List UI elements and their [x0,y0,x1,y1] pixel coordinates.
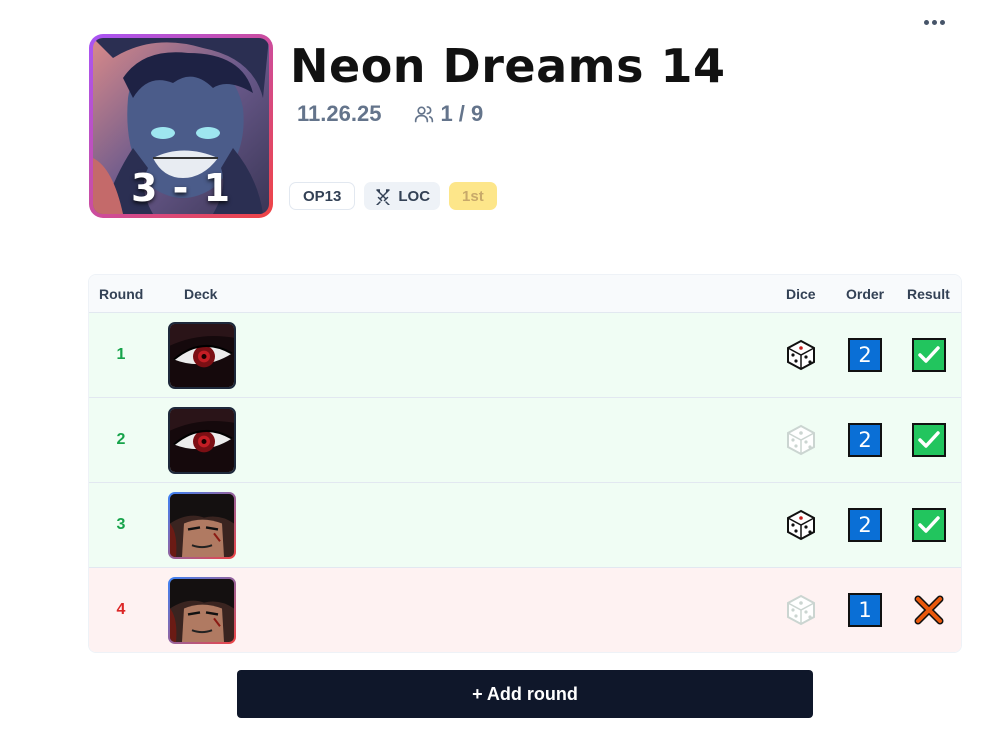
table-row[interactable]: 1 2 [89,312,961,397]
event-date: 11.26.25 [297,101,382,126]
deck-thumbnail[interactable] [168,577,236,644]
header-result: Result [907,286,950,302]
format-tag-label: LOC [398,187,431,205]
more-dot [923,19,929,25]
users-icon [415,106,434,123]
players-count: 1 / 9 [440,101,484,126]
more-dot [939,19,945,25]
order-badge: 2 [848,423,882,457]
table-row[interactable]: 4 1 [89,567,961,652]
header-deck: Deck [184,286,218,302]
header-dice: Dice [786,286,816,302]
dice-icon [787,509,815,541]
format-tag: LOC [364,182,441,210]
event-avatar: 3 - 1 [89,34,273,218]
placement-tag: 1st [449,182,497,210]
cross-mark-icon [914,595,944,625]
more-dot [931,19,937,25]
order-badge: 1 [848,593,882,627]
dice-icon [787,339,815,371]
rounds-table: Round Deck Dice Order Result 1 2 2 2 3 2… [88,274,962,653]
crossed-swords-icon [376,189,391,205]
round-number: 4 [116,601,126,618]
round-number: 1 [116,346,126,363]
add-round-button[interactable]: + Add round [237,670,813,718]
deck-thumbnail[interactable] [168,407,236,474]
deck-art-red-eye [170,324,234,387]
order-badge: 2 [848,338,882,372]
order-badge: 2 [848,508,882,542]
dice-icon [787,424,815,456]
deck-thumbnail[interactable] [168,492,236,559]
deck-art-dark-hair [170,494,234,557]
header-round: Round [99,286,144,302]
round-number: 3 [116,516,126,533]
check-mark-icon [912,508,946,542]
event-players: 1 / 9 [414,101,483,127]
check-mark-icon [912,423,946,457]
deck-thumbnail[interactable] [168,322,236,389]
match-score: 3 - 1 [130,166,232,210]
table-row[interactable]: 2 2 [89,397,961,482]
deck-art-red-eye [170,409,234,472]
table-header: Round Deck Dice Order Result [89,275,961,312]
check-mark-icon [912,338,946,372]
event-title: Neon Dreams 14 [290,39,726,93]
header-order: Order [846,286,885,302]
set-tag: OP13 [289,182,356,210]
round-number: 2 [116,431,126,448]
deck-art-dark-hair [170,579,234,642]
table-row[interactable]: 3 2 [89,482,961,567]
event-tags: OP13 LOC 1st [289,182,497,210]
dice-icon [787,594,815,626]
more-options-button[interactable] [917,10,951,34]
event-meta: 11.26.25 1 / 9 [297,101,483,127]
